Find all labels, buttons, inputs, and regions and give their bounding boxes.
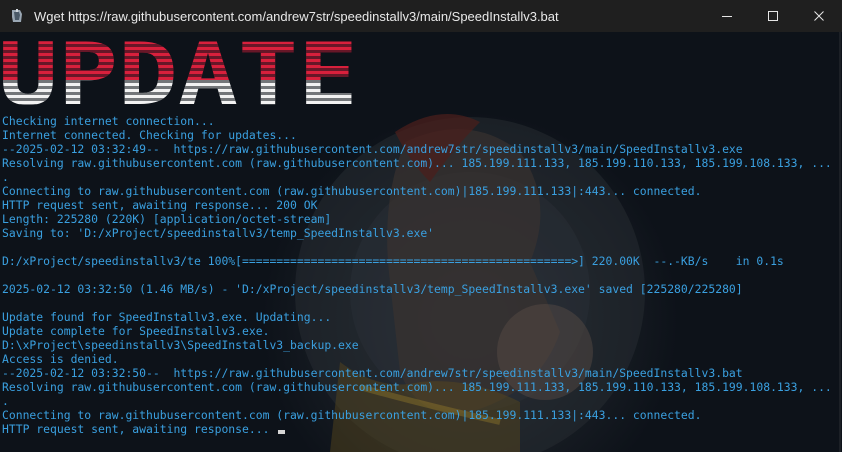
console-line-text: Update found for SpeedInstallv3.exe. Upd… — [2, 310, 332, 324]
console-line: --2025-02-12 03:32:49-- https://raw.gith… — [2, 142, 842, 156]
console-line-text: Resolving raw.githubusercontent.com (raw… — [2, 156, 832, 170]
window-title: Wget https://raw.githubusercontent.com/a… — [34, 8, 559, 24]
console-line: . — [2, 170, 842, 184]
console-line-text: . — [2, 170, 9, 184]
maximize-button[interactable] — [750, 0, 796, 32]
console-line: Access is denied. — [2, 352, 842, 366]
console-line-text: 2025-02-12 03:32:50 (1.46 MB/s) - 'D:/xP… — [2, 282, 743, 296]
console-line-text: --2025-02-12 03:32:49-- https://raw.gith… — [2, 142, 743, 156]
console-window: Wget https://raw.githubusercontent.com/a… — [0, 0, 842, 452]
console-line: D:\xProject\speedinstallv3\SpeedInstallv… — [2, 338, 842, 352]
console-line: Update complete for SpeedInstallv3.exe. — [2, 324, 842, 338]
console-line: D:/xProject/speedinstallv3/te 100%[=====… — [2, 254, 842, 268]
maximize-icon — [768, 11, 778, 21]
console-line-text: --2025-02-12 03:32:50-- https://raw.gith… — [2, 366, 743, 380]
console-line-text: D:\xProject\speedinstallv3\SpeedInstallv… — [2, 338, 359, 352]
console-line-text: HTTP request sent, awaiting response... … — [2, 198, 318, 212]
console-line: Saving to: 'D:/xProject/speedinstallv3/t… — [2, 226, 842, 240]
text-cursor — [278, 430, 286, 434]
console-line: Connecting to raw.githubusercontent.com … — [2, 184, 842, 198]
console-line-text: D:/xProject/speedinstallv3/te 100%[=====… — [2, 254, 784, 268]
console-line-text: Saving to: 'D:/xProject/speedinstallv3/t… — [2, 226, 435, 240]
console-line: Length: 225280 (220K) [application/octet… — [2, 212, 842, 226]
minimize-button[interactable] — [704, 0, 750, 32]
console-line: Connecting to raw.githubusercontent.com … — [2, 408, 842, 422]
title-bar[interactable]: Wget https://raw.githubusercontent.com/a… — [0, 0, 842, 32]
console-line-text: Internet connected. Checking for updates… — [2, 128, 297, 142]
console-line: Internet connected. Checking for updates… — [2, 128, 842, 142]
console-line: HTTP request sent, awaiting response... — [2, 422, 842, 436]
console-line-text: Access is denied. — [2, 352, 119, 366]
console-line: Resolving raw.githubusercontent.com (raw… — [2, 380, 842, 394]
wget-app-icon — [12, 9, 22, 22]
console-line: Resolving raw.githubusercontent.com (raw… — [2, 156, 842, 170]
close-icon — [814, 11, 824, 21]
update-banner: UPDATE UPDATE — [0, 32, 358, 110]
minimize-icon — [722, 16, 732, 17]
console-line: HTTP request sent, awaiting response... … — [2, 198, 842, 212]
console-line-text: Update complete for SpeedInstallv3.exe. — [2, 324, 270, 338]
console-output[interactable]: Checking internet connection... Internet … — [2, 114, 842, 436]
console-line: 2025-02-12 03:32:50 (1.46 MB/s) - 'D:/xP… — [2, 282, 842, 296]
console-line-text: Connecting to raw.githubusercontent.com … — [2, 184, 702, 198]
console-line-text: Length: 225280 (220K) [application/octet… — [2, 212, 332, 226]
console-line: . — [2, 394, 842, 408]
banner-text-stripes: UPDATE — [0, 32, 358, 110]
console-line-text: . — [2, 394, 9, 408]
console-line: Checking internet connection... — [2, 114, 842, 128]
console-line-text: Resolving raw.githubusercontent.com (raw… — [2, 380, 832, 394]
console-line: Update found for SpeedInstallv3.exe. Upd… — [2, 310, 842, 324]
console-line-text: Connecting to raw.githubusercontent.com … — [2, 408, 702, 422]
console-line: --2025-02-12 03:32:50-- https://raw.gith… — [2, 366, 842, 380]
console-line-text: Checking internet connection... — [2, 114, 215, 128]
console-line-text: HTTP request sent, awaiting response... — [2, 422, 277, 436]
scrollbar[interactable] — [838, 32, 842, 452]
close-button[interactable] — [796, 0, 842, 32]
